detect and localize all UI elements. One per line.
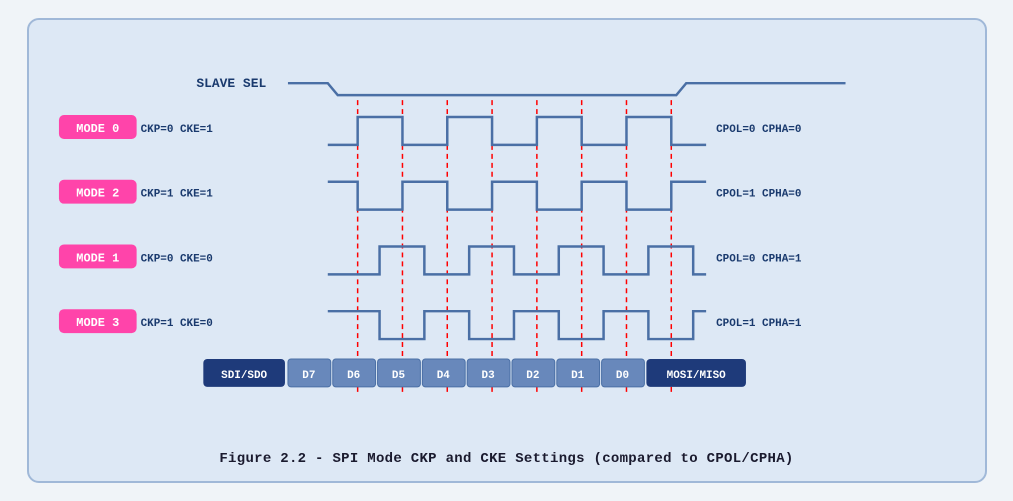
mosi-miso-label: MOSI/MISO [666,370,726,382]
mode1-right: CPOL=0 CPHA=1 [716,253,802,265]
sdi-sdo-label: SDI/SDO [221,370,267,382]
diagram-svg-container: SLAVE SEL MODE 0 CKP=0 CKE=1 CPOL=0 CPHA… [49,38,965,441]
d5-label: D5 [391,370,404,382]
mode1-params: CKP=0 CKE=0 [140,253,212,265]
mode2-params: CKP=1 CKE=1 [140,189,213,201]
mode2-badge: MODE 2 [76,187,119,201]
d2-label: D2 [526,370,539,382]
mode1-badge: MODE 1 [76,251,119,265]
mode0-right: CPOL=0 CPHA=0 [716,124,801,136]
mode3-badge: MODE 3 [76,316,119,330]
d3-label: D3 [481,370,495,382]
mode2-right: CPOL=1 CPHA=0 [716,189,801,201]
d6-label: D6 [347,370,360,382]
d4-label: D4 [436,370,450,382]
slave-sel-label: SLAVE SEL [196,76,266,91]
mode3-right: CPOL=1 CPHA=1 [716,318,802,330]
main-container: SLAVE SEL MODE 0 CKP=0 CKE=1 CPOL=0 CPHA… [27,18,987,483]
mode0-badge: MODE 0 [76,122,119,136]
figure-caption: Figure 2.2 - SPI Mode CKP and CKE Settin… [49,451,965,467]
d0-label: D0 [615,370,628,382]
mode0-params: CKP=0 CKE=1 [140,124,213,136]
mode3-params: CKP=1 CKE=0 [140,318,212,330]
d1-label: D1 [571,370,585,382]
d7-label: D7 [302,370,315,382]
